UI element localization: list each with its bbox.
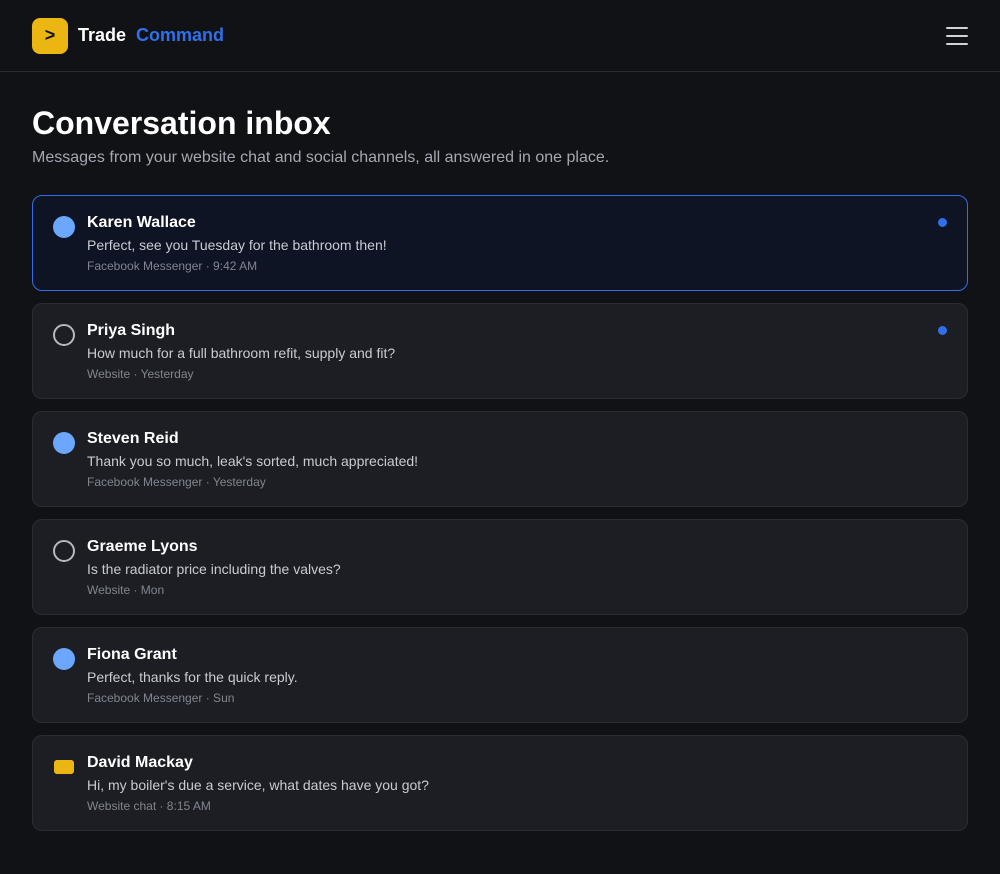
conversation-item[interactable]: Steven Reid Thank you so much, leak's so… <box>32 411 968 507</box>
menu-bar-line <box>946 42 968 45</box>
conversation-item[interactable]: Karen Wallace Perfect, see you Tuesday f… <box>32 195 968 291</box>
conversation-name: Steven Reid <box>87 430 179 447</box>
page-title: Conversation inbox <box>32 105 331 141</box>
unread-dot-icon <box>938 326 947 335</box>
facebook-messenger-icon <box>53 648 75 670</box>
facebook-messenger-icon <box>53 216 75 238</box>
conversation-list: Karen Wallace Perfect, see you Tuesday f… <box>32 195 968 831</box>
brand[interactable]: > Trade Command <box>32 17 225 54</box>
brand-name-accent: Command <box>136 25 225 45</box>
conversation-meta: Facebook Messenger · 9:42 AM <box>87 259 258 273</box>
conversation-meta: Website · Mon <box>87 583 165 597</box>
menu-bar-line <box>946 26 968 29</box>
website-icon <box>53 324 75 346</box>
conversation-preview: Is the radiator price including the valv… <box>87 561 341 577</box>
website-icon <box>53 540 75 562</box>
facebook-messenger-icon <box>53 432 75 454</box>
conversation-meta: Website chat · 8:15 AM <box>87 799 211 813</box>
conversation-preview: Perfect, thanks for the quick reply. <box>87 669 298 685</box>
conversation-item[interactable]: Fiona Grant Perfect, thanks for the quic… <box>32 627 968 723</box>
conversation-name: Graeme Lyons <box>87 538 198 555</box>
conversation-item[interactable]: David Mackay Hi, my boiler's due a servi… <box>32 735 968 831</box>
logo-icon: > <box>32 17 68 54</box>
hamburger-menu-icon[interactable] <box>946 26 968 45</box>
conversation-meta: Website · Yesterday <box>87 367 194 381</box>
conversation-meta: Facebook Messenger · Yesterday <box>87 475 266 489</box>
conversation-item[interactable]: Graeme Lyons Is the radiator price inclu… <box>32 519 968 615</box>
menu-bar-line <box>946 34 968 37</box>
top-bar: > Trade Command <box>0 0 1000 72</box>
conversation-preview: Perfect, see you Tuesday for the bathroo… <box>87 237 387 253</box>
website-chat-icon <box>54 760 74 774</box>
conversation-item[interactable]: Priya Singh How much for a full bathroom… <box>32 303 968 399</box>
page-subtitle: Messages from your website chat and soci… <box>32 149 610 166</box>
conversation-preview: Hi, my boiler's due a service, what date… <box>87 777 429 793</box>
conversation-name: David Mackay <box>87 754 193 771</box>
conversation-name: Karen Wallace <box>87 214 196 231</box>
brand-name-primary: Trade <box>78 25 127 45</box>
main-content: Conversation inbox Messages from your we… <box>0 104 1000 831</box>
conversation-preview: Thank you so much, leak's sorted, much a… <box>87 453 419 469</box>
conversation-preview: How much for a full bathroom refit, supp… <box>87 345 396 361</box>
conversation-name: Fiona Grant <box>87 646 177 663</box>
unread-dot-icon <box>938 218 947 227</box>
conversation-name: Priya Singh <box>87 322 176 339</box>
conversation-meta: Facebook Messenger · Sun <box>87 691 235 705</box>
